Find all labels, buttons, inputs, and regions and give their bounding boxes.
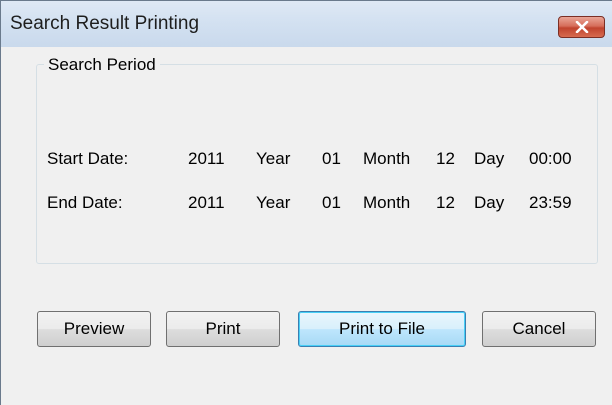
- close-button[interactable]: [558, 16, 605, 38]
- cancel-button[interactable]: Cancel: [482, 311, 596, 347]
- window-title: Search Result Printing: [10, 13, 200, 34]
- end-month-value[interactable]: 01: [322, 193, 341, 213]
- end-day-value[interactable]: 12: [436, 193, 455, 213]
- end-month-unit: Month: [363, 193, 411, 212]
- end-date-label: End Date:: [47, 193, 123, 212]
- close-icon: [575, 21, 588, 33]
- print-to-file-button[interactable]: Print to File: [298, 311, 466, 347]
- end-year-unit: Year: [256, 193, 291, 212]
- end-time-value[interactable]: 23:59: [529, 193, 572, 213]
- end-day-unit: Day: [474, 193, 505, 212]
- search-period-legend: Search Period: [44, 55, 160, 75]
- print-button[interactable]: Print: [166, 311, 280, 347]
- start-month-unit: Month: [363, 149, 411, 168]
- start-month-value[interactable]: 01: [322, 149, 341, 169]
- start-date-label: Start Date:: [47, 149, 129, 168]
- preview-button[interactable]: Preview: [37, 311, 151, 347]
- start-day-unit: Day: [474, 149, 505, 168]
- end-year-value[interactable]: 2011: [188, 193, 225, 213]
- start-year-value[interactable]: 2011: [188, 149, 225, 169]
- title-bar[interactable]: Search Result Printing: [1, 1, 612, 48]
- start-day-value[interactable]: 12: [436, 149, 455, 169]
- start-year-unit: Year: [256, 149, 291, 168]
- start-time-value[interactable]: 00:00: [529, 149, 572, 169]
